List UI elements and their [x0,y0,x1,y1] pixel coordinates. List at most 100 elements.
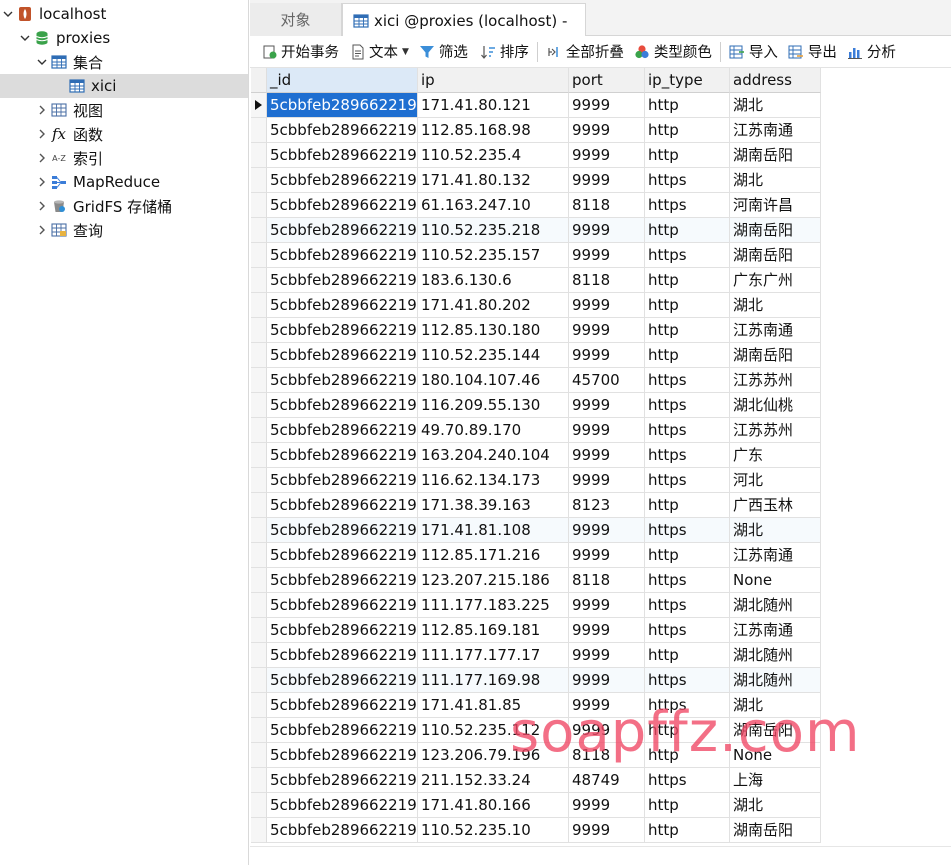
table-row[interactable]: 5cbbfeb2896622198 111.177.177.17 9999 http 湖… [251,643,821,668]
chevron-right-icon[interactable] [34,194,50,218]
table-row[interactable]: 5cbbfeb2896622198 61.163.247.10 8118 https 河… [251,193,821,218]
table-row[interactable]: 5cbbfeb2896622198 49.70.89.170 9999 https 江苏… [251,418,821,443]
cell-ip[interactable]: 163.204.240.104 [418,443,569,468]
cell-ip-type[interactable]: http [645,268,730,293]
cell-address[interactable]: 江苏南通 [730,118,821,143]
chevron-right-icon[interactable] [34,170,50,194]
cell-ip[interactable]: 110.52.235.144 [418,343,569,368]
cell-ip-type[interactable]: http [645,818,730,843]
cell-address[interactable]: 湖北随州 [730,643,821,668]
cell-ip-type[interactable]: https [645,468,730,493]
cell-id[interactable]: 5cbbfeb2896622198 [267,493,418,518]
cell-address[interactable]: 江苏苏州 [730,418,821,443]
cell-port[interactable]: 48749 [569,768,645,793]
cell-id[interactable]: 5cbbfeb2896622198 [267,743,418,768]
collapse-all-button[interactable]: 全部折叠 [543,38,627,66]
cell-ip[interactable]: 171.41.80.121 [418,93,569,118]
cell-ip-type[interactable]: https [645,568,730,593]
cell-port[interactable]: 9999 [569,343,645,368]
cell-id[interactable]: 5cbbfeb2896622198 [267,693,418,718]
cell-address[interactable]: 湖南岳阳 [730,218,821,243]
cell-port[interactable]: 9999 [569,443,645,468]
cell-ip-type[interactable]: https [645,693,730,718]
table-row[interactable]: 5cbbfeb2896622198 110.52.235.144 9999 http 湖… [251,343,821,368]
table-row[interactable]: 5cbbfeb2896622198 110.52.235.112 9999 http 湖… [251,718,821,743]
cell-ip-type[interactable]: http [645,643,730,668]
cell-address[interactable]: 广东广州 [730,268,821,293]
table-row[interactable]: 5cbbfeb2896622198 110.52.235.218 9999 http 湖… [251,218,821,243]
cell-ip-type[interactable]: http [645,743,730,768]
cell-ip-type[interactable]: http [645,793,730,818]
cell-ip[interactable]: 110.52.235.157 [418,243,569,268]
cell-ip[interactable]: 112.85.169.181 [418,618,569,643]
cell-ip[interactable]: 111.177.169.98 [418,668,569,693]
cell-ip-type[interactable]: http [645,218,730,243]
cell-id[interactable]: 5cbbfeb2896622198 [267,168,418,193]
tree-item-indexes[interactable]: A-Z 索引 [0,146,248,170]
tab-xici[interactable]: xici @proxies (localhost) - [342,3,586,37]
cell-ip[interactable]: 110.52.235.4 [418,143,569,168]
cell-ip-type[interactable]: https [645,518,730,543]
cell-address[interactable]: 江苏南通 [730,543,821,568]
cell-ip-type[interactable]: http [645,343,730,368]
cell-ip[interactable]: 112.85.171.216 [418,543,569,568]
cell-port[interactable]: 9999 [569,668,645,693]
row-marker[interactable] [251,118,267,143]
cell-id[interactable]: 5cbbfeb2896622198 [267,518,418,543]
tree-item-database[interactable]: proxies [0,26,248,50]
cell-address[interactable]: 湖北 [730,168,821,193]
cell-port[interactable]: 9999 [569,218,645,243]
cell-ip[interactable]: 171.38.39.163 [418,493,569,518]
table-row[interactable]: 5cbbfeb2896622198 123.206.79.196 8118 http N… [251,743,821,768]
cell-port[interactable]: 9999 [569,393,645,418]
row-marker[interactable] [251,568,267,593]
cell-id[interactable]: 5cbbfeb2896622198 [267,243,418,268]
table-row[interactable]: 5cbbfeb2896622198 110.52.235.4 9999 http 湖南岳… [251,143,821,168]
cell-port[interactable]: 9999 [569,418,645,443]
cell-id[interactable]: 5cbbfeb2896622198 [267,368,418,393]
cell-ip-type[interactable]: https [645,618,730,643]
cell-ip-type[interactable]: https [645,418,730,443]
tree-item-gridfs[interactable]: GridFS 存储桶 [0,194,248,218]
cell-address[interactable]: 湖北 [730,518,821,543]
text-view-button[interactable]: 文本 ▼ [346,38,412,66]
row-marker[interactable] [251,543,267,568]
table-row[interactable]: 5cbbfeb2896622198 116.62.134.173 9999 https… [251,468,821,493]
cell-ip[interactable]: 171.41.80.166 [418,793,569,818]
cell-id[interactable]: 5cbbfeb2896622198 [267,118,418,143]
column-header-ip[interactable]: ip [418,68,569,93]
table-row[interactable]: 5cbbfeb2896622198 110.52.235.157 9999 https… [251,243,821,268]
row-marker[interactable] [251,243,267,268]
cell-ip-type[interactable]: https [645,393,730,418]
cell-ip-type[interactable]: http [645,93,730,118]
cell-ip[interactable]: 61.163.247.10 [418,193,569,218]
cell-ip[interactable]: 123.206.79.196 [418,743,569,768]
analyze-button[interactable]: 分析 [844,38,899,66]
table-row[interactable]: 5cbbfeb2896622198 211.152.33.24 48749 https… [251,768,821,793]
cell-port[interactable]: 9999 [569,243,645,268]
chevron-right-icon[interactable] [34,218,50,242]
cell-id[interactable]: 5cbbfeb2896622198 [267,618,418,643]
cell-port[interactable]: 8123 [569,493,645,518]
table-row[interactable]: 5cbbfeb2896622198 111.177.183.225 9999 http… [251,593,821,618]
tree-item-functions[interactable]: fx 函数 [0,122,248,146]
column-header-ip-type[interactable]: ip_type [645,68,730,93]
tab-objects[interactable]: 对象 [250,3,342,36]
cell-address[interactable]: 湖南岳阳 [730,143,821,168]
cell-id[interactable]: 5cbbfeb2896622198 [267,318,418,343]
cell-ip-type[interactable]: https [645,593,730,618]
cell-address[interactable]: 湖南岳阳 [730,718,821,743]
row-marker[interactable] [251,318,267,343]
cell-ip-type[interactable]: https [645,368,730,393]
cell-id[interactable]: 5cbbfeb2896622198 [267,543,418,568]
row-marker[interactable] [251,393,267,418]
table-row[interactable]: 5cbbfeb2896622198 111.177.169.98 9999 https… [251,668,821,693]
cell-ip-type[interactable]: http [645,293,730,318]
cell-port[interactable]: 9999 [569,793,645,818]
row-marker[interactable] [251,443,267,468]
cell-address[interactable]: 湖北 [730,693,821,718]
cell-address[interactable]: 河北 [730,468,821,493]
cell-address[interactable]: 江苏南通 [730,318,821,343]
cell-ip-type[interactable]: http [645,318,730,343]
cell-id[interactable]: 5cbbfeb2896622198 [267,718,418,743]
